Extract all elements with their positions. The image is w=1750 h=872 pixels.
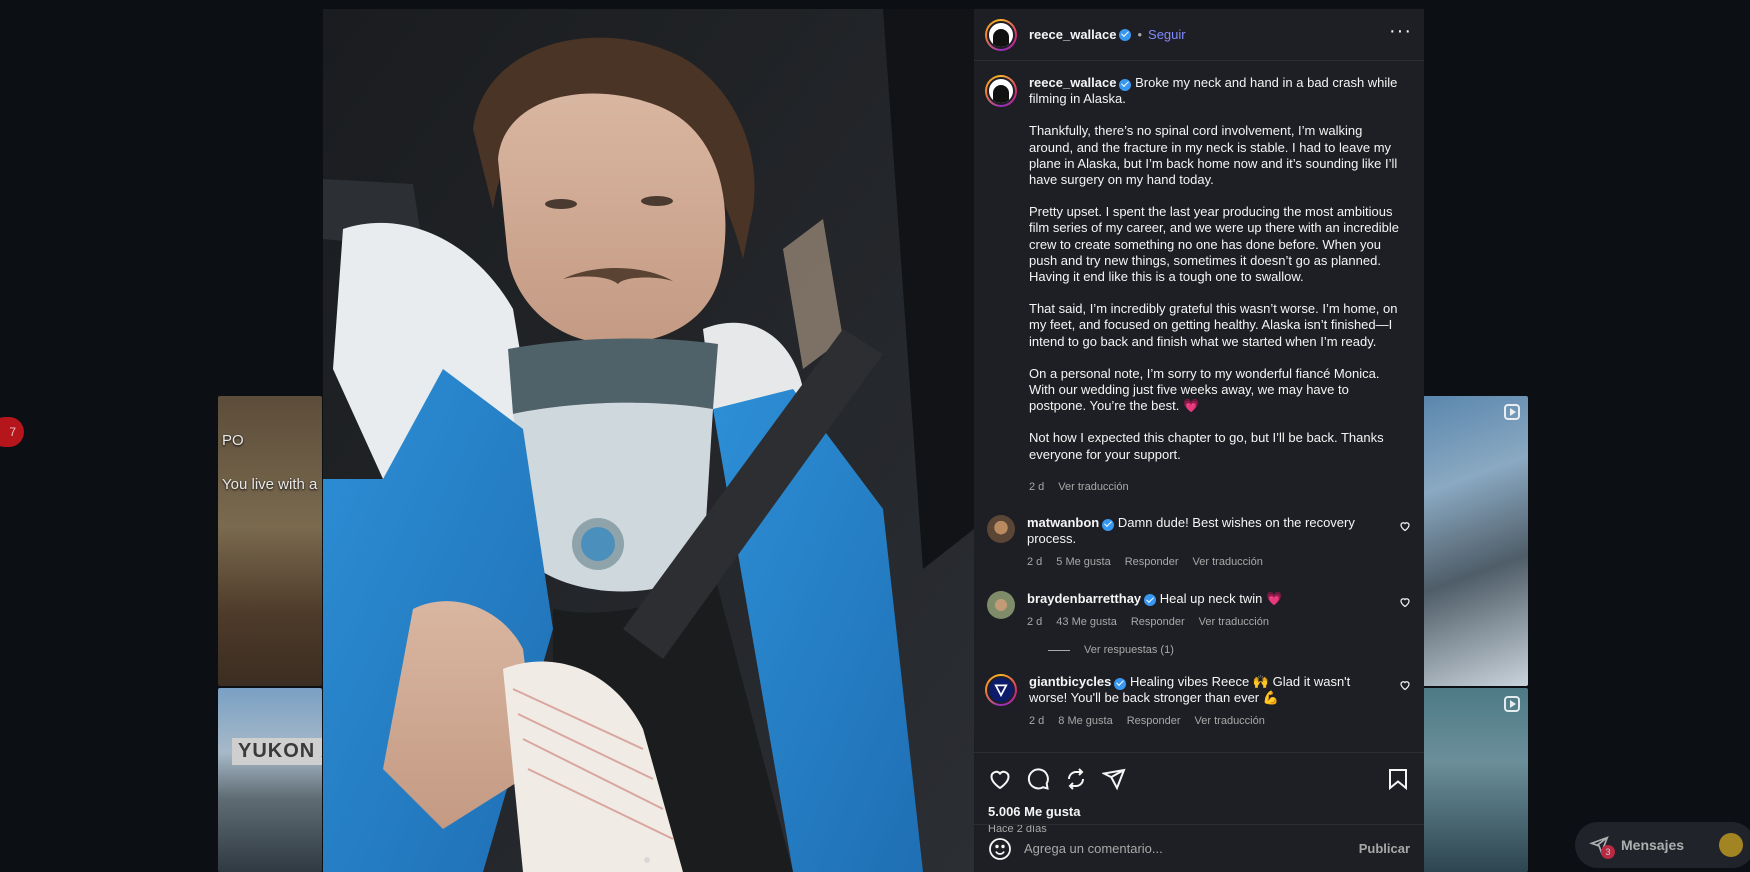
carousel-indicator — [644, 857, 650, 863]
post-photo[interactable] — [323, 9, 974, 872]
commenter-avatar[interactable] — [987, 515, 1015, 544]
caption-paragraph: Pretty upset. I spent the last year prod… — [1029, 204, 1399, 285]
comment-item: braydenbarretthay Heal up neck twin 💗 2 … — [985, 590, 1412, 630]
view-replies-label: Ver respuestas (1) — [1084, 644, 1174, 657]
messages-icon: 3 — [1588, 835, 1615, 859]
share-send-icon[interactable] — [1102, 767, 1126, 791]
comment-time: 2 d — [1029, 715, 1045, 728]
post-modal: reece_wallace • Seguir ··· reece_wallace… — [323, 9, 1424, 872]
messages-label: Mensajes — [1621, 837, 1685, 853]
like-count[interactable]: 5.006 Me gusta — [988, 804, 1410, 819]
verified-badge-icon — [1119, 28, 1132, 41]
notification-badge[interactable]: 7 — [0, 417, 24, 447]
caption-time: 2 d — [1029, 480, 1045, 493]
comment-input[interactable] — [1024, 841, 1359, 856]
add-comment-bar: Publicar — [974, 824, 1424, 872]
comment-text: Heal up neck twin 💗 — [1159, 590, 1283, 606]
post-caption: reece_wallace Broke my neck and hand in … — [985, 75, 1412, 495]
more-options-icon[interactable]: ··· — [1389, 21, 1412, 49]
commenter-username[interactable]: braydenbarretthay — [1027, 591, 1141, 606]
reel-icon — [1504, 404, 1520, 420]
translate-link[interactable]: Ver traducción — [1199, 614, 1269, 630]
comment-item: matwanbon Damn dude! Best wishes on the … — [985, 515, 1412, 571]
like-heart-icon[interactable] — [988, 767, 1012, 791]
translate-link[interactable]: Ver traducción — [1058, 479, 1128, 495]
comment-likes[interactable]: 43 Me gusta — [1056, 614, 1117, 630]
commenter-username[interactable]: giantbicycles — [1029, 674, 1111, 689]
verified-badge-icon — [1114, 677, 1127, 690]
post-panel: reece_wallace • Seguir ··· reece_wallace… — [974, 9, 1424, 872]
tile-sign-text: YUKON A — [232, 738, 322, 765]
commenter-username[interactable]: matwanbon — [1027, 515, 1099, 530]
post-header: reece_wallace • Seguir ··· — [974, 9, 1424, 61]
comment-likes[interactable]: 5 Me gusta — [1056, 554, 1110, 570]
avatar — [1719, 833, 1743, 857]
publish-button[interactable]: Publicar — [1359, 841, 1410, 856]
reply-button[interactable]: Responder — [1131, 614, 1185, 630]
comment-bubble-icon[interactable] — [1026, 767, 1050, 791]
separator-dot: • — [1137, 27, 1143, 42]
post-photo-illustration — [323, 9, 974, 872]
follow-button[interactable]: Seguir — [1148, 27, 1186, 42]
caption-paragraph: On a personal note, I’m sorry to my wond… — [1029, 365, 1380, 414]
heart-icon[interactable] — [1399, 520, 1411, 532]
feed-tile-left-top[interactable]: PO You live with a — [218, 396, 322, 686]
comment-time: 2 d — [1027, 556, 1043, 569]
comment-time: 2 d — [1027, 615, 1043, 628]
verified-badge-icon — [1119, 78, 1132, 91]
caption-username[interactable]: reece_wallace — [1029, 75, 1116, 90]
reel-icon — [1504, 696, 1520, 712]
author-avatar[interactable] — [985, 18, 1017, 51]
messages-badge: 3 — [1601, 845, 1615, 859]
view-replies-button[interactable]: Ver respuestas (1) — [1048, 644, 1412, 656]
comment-likes[interactable]: 8 Me gusta — [1058, 713, 1112, 729]
verified-badge-icon — [1144, 594, 1157, 607]
commenter-avatar[interactable] — [985, 674, 1017, 707]
caption-paragraph: Thankfully, there’s no spinal cord invol… — [1029, 123, 1398, 188]
replies-divider — [1048, 649, 1070, 651]
verified-badge-icon — [1102, 518, 1115, 531]
comments-list[interactable]: reece_wallace Broke my neck and hand in … — [974, 61, 1424, 752]
notification-count: 7 — [9, 425, 16, 439]
bookmark-icon[interactable] — [1386, 767, 1410, 791]
giant-logo-icon — [994, 684, 1008, 698]
feed-tile-right-bottom[interactable] — [1422, 688, 1528, 872]
reply-button[interactable]: Responder — [1127, 713, 1181, 729]
feed-tile-left-bottom[interactable]: YUKON A — [218, 688, 322, 872]
heart-icon[interactable] — [1399, 679, 1411, 691]
comment-item: giantbicycles Healing vibes Reece 🙌 Glad… — [985, 674, 1412, 730]
caption-paragraph: That said, I’m incredibly grateful this … — [1029, 301, 1398, 349]
commenter-avatar[interactable] — [987, 590, 1015, 619]
author-username[interactable]: reece_wallace — [1029, 27, 1116, 42]
reply-button[interactable]: Responder — [1125, 554, 1179, 570]
repost-icon[interactable] — [1064, 767, 1088, 791]
heart-icon[interactable] — [1399, 596, 1411, 608]
translate-link[interactable]: Ver traducción — [1195, 713, 1265, 729]
translate-link[interactable]: Ver traducción — [1193, 554, 1263, 570]
tile-overlay-text: You live with a — [222, 476, 318, 493]
feed-tile-right-top[interactable] — [1422, 396, 1528, 686]
messages-button[interactable]: 3 Mensajes — [1575, 822, 1750, 868]
author-avatar[interactable] — [985, 75, 1017, 107]
emoji-icon[interactable] — [988, 837, 1012, 861]
tile-overlay-text: PO — [222, 432, 244, 449]
caption-paragraph: Not how I expected this chapter to go, b… — [1029, 430, 1384, 462]
